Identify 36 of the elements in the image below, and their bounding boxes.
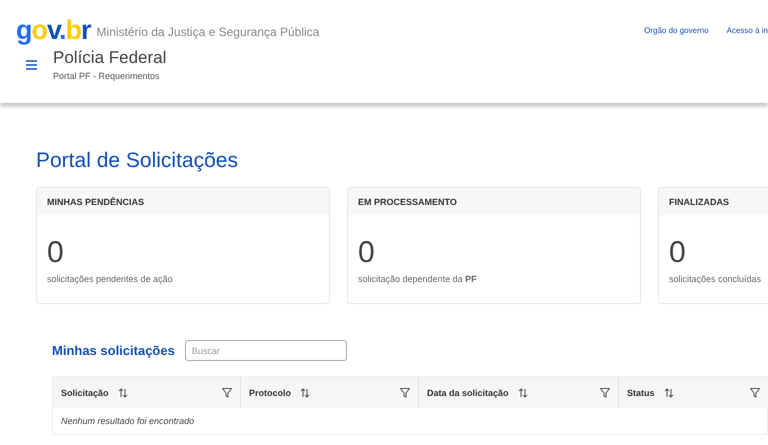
sort-icon[interactable] [300, 388, 310, 398]
card-title: FINALIZADAS [659, 188, 768, 215]
filter-icon[interactable] [750, 388, 760, 398]
card-count: 0 [46, 235, 65, 268]
section-title: Minhas solicitações [52, 343, 175, 358]
page-title: Portal de Solicitações [36, 149, 239, 173]
header-link[interactable]: Acesso à in [726, 26, 768, 34]
column-label: Data da solicitação [427, 388, 509, 398]
card-title: EM PROCESSAMENTO [348, 188, 640, 215]
menu-icon[interactable] [26, 60, 37, 70]
column-header[interactable]: Data da solicitação [419, 377, 619, 408]
card-caption: solicitações concluídas [668, 273, 762, 284]
empty-message: Nenhum resultado foi encontrado [60, 415, 196, 428]
card-caption: solicitações pendentes de ação [46, 273, 174, 284]
column-header[interactable]: Solicitação [53, 377, 241, 408]
ministry-name: Ministério da Justiça e Segurança Pública [96, 25, 320, 39]
card-title: MINHAS PENDÊNCIAS [37, 188, 329, 215]
card-caption: solicitação dependente da PF [357, 273, 478, 284]
header-link[interactable]: Orgão do governo [644, 26, 709, 34]
card-count: 0 [668, 235, 687, 268]
column-label: Status [627, 388, 655, 398]
filter-icon[interactable] [400, 388, 410, 398]
sort-icon[interactable] [118, 388, 128, 398]
filter-icon[interactable] [222, 388, 232, 398]
site-title: Polícia Federal [53, 48, 166, 68]
column-header[interactable]: Protocolo [241, 377, 419, 408]
card-count: 0 [357, 235, 376, 268]
column-header[interactable]: Status [619, 377, 768, 408]
column-label: Protocolo [249, 388, 291, 398]
sort-icon[interactable] [664, 388, 674, 398]
sort-icon[interactable] [518, 388, 528, 398]
column-label: Solicitação [61, 388, 109, 398]
site-subtitle: Portal PF - Requerimentos [53, 71, 161, 81]
gov-logo: gov.br [16, 16, 91, 44]
search-field[interactable]: Buscar [184, 340, 347, 361]
filter-icon[interactable] [600, 388, 610, 398]
